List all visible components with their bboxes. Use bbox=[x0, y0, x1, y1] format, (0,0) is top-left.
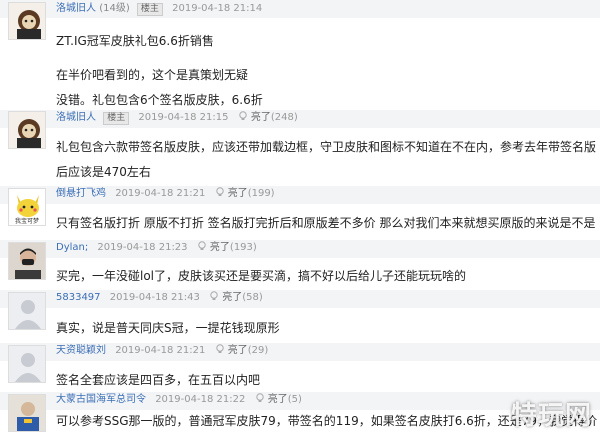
like-button[interactable]: 亮了(248) bbox=[238, 111, 298, 123]
like-count: (199) bbox=[247, 188, 275, 199]
like-button[interactable]: 亮了(5) bbox=[255, 393, 302, 405]
lamp-icon bbox=[215, 344, 224, 353]
avatar-image bbox=[9, 346, 45, 382]
like-count: (5) bbox=[287, 394, 302, 405]
avatar-image bbox=[9, 112, 45, 148]
lamp-icon bbox=[239, 111, 247, 120]
avatar[interactable] bbox=[8, 394, 46, 432]
post-meta: 洛城旧人 (14级) 楼主 2019-04-18 21:14 bbox=[56, 2, 262, 16]
like-count: (29) bbox=[247, 345, 269, 356]
post-meta: 天资聪颖刘 2019-04-18 21:21 亮了(29) bbox=[56, 344, 268, 358]
like-button[interactable]: 亮了(29) bbox=[215, 344, 269, 356]
post-content: 后应该是470左右 bbox=[56, 165, 151, 179]
post-time: 2019-04-18 21:23 bbox=[97, 242, 188, 253]
post-time: 2019-04-18 21:21 bbox=[115, 188, 206, 199]
post-meta: 大蒙古国海军总司令 2019-04-18 21:22 亮了(5) bbox=[56, 393, 302, 407]
lamp-icon bbox=[198, 241, 206, 250]
avatar-image bbox=[9, 3, 45, 39]
like-label: 亮了 bbox=[222, 292, 243, 303]
username[interactable]: Dylan; bbox=[56, 242, 88, 253]
like-button[interactable]: 亮了(199) bbox=[215, 187, 275, 199]
post-content: 真实，说是普天同庆S冠，一提花钱现原形 bbox=[56, 321, 280, 335]
post-time: 2019-04-18 21:21 bbox=[115, 345, 206, 356]
post-meta: 5833497 2019-04-18 21:43 亮了(58) bbox=[56, 291, 263, 305]
like-label: 亮了 bbox=[250, 112, 271, 123]
post-content: 没错。礼包包含6个签名版皮肤，6.6折 bbox=[56, 93, 263, 107]
avatar[interactable] bbox=[8, 111, 46, 149]
site-watermark: 特玩网 bbox=[510, 401, 592, 431]
owner-badge: 楼主 bbox=[103, 112, 130, 125]
post-content: ZT.IG冠军皮肤礼包6.6折销售 bbox=[56, 34, 214, 48]
post-content: 在半价吧看到的，这个是真策划无疑 bbox=[56, 68, 249, 82]
avatar-image bbox=[9, 243, 45, 279]
avatar[interactable] bbox=[8, 2, 46, 40]
post-meta: 倒悬打飞鸡 2019-04-18 21:21 亮了(199) bbox=[56, 187, 275, 201]
avatar-image bbox=[9, 395, 45, 431]
lamp-icon bbox=[215, 187, 224, 196]
post-meta: Dylan; 2019-04-18 21:23 亮了(193) bbox=[56, 241, 257, 255]
avatar-image bbox=[9, 293, 45, 329]
owner-badge: 楼主 bbox=[136, 3, 163, 16]
like-label: 亮了 bbox=[227, 345, 248, 356]
like-label: 亮了 bbox=[209, 242, 230, 253]
like-label: 亮了 bbox=[267, 394, 288, 405]
post-content: 只有签名版打折 原版不打折 签名版打完折后和原版差不多价 那么对我们本来就想买原… bbox=[56, 216, 596, 230]
post-time: 2019-04-18 21:22 bbox=[155, 394, 246, 405]
username[interactable]: 倒悬打飞鸡 bbox=[56, 188, 106, 199]
username[interactable]: 洛城旧人 bbox=[56, 112, 96, 123]
like-count: (193) bbox=[229, 242, 257, 253]
like-button[interactable]: 亮了(58) bbox=[209, 291, 263, 303]
like-count: (58) bbox=[242, 292, 263, 303]
user-level: (14级) bbox=[99, 3, 130, 14]
username[interactable]: 大蒙古国海军总司令 bbox=[56, 394, 146, 405]
lamp-icon bbox=[210, 291, 218, 300]
avatar[interactable] bbox=[8, 292, 46, 330]
username[interactable]: 洛城旧人 bbox=[56, 3, 96, 14]
post-time: 2019-04-18 21:43 bbox=[109, 292, 200, 303]
post-meta: 洛城旧人 楼主 2019-04-18 21:15 亮了(248) bbox=[56, 111, 298, 125]
avatar[interactable]: 我宝可梦 bbox=[8, 188, 46, 226]
lamp-icon bbox=[255, 393, 264, 402]
like-button[interactable]: 亮了(193) bbox=[197, 241, 257, 253]
post-content: 买完，一年没碰lol了，皮肤该买还是要买滴，搞不好以后给儿子还能玩玩啥的 bbox=[56, 269, 467, 283]
post-time: 2019-04-18 21:15 bbox=[138, 112, 229, 123]
avatar[interactable] bbox=[8, 345, 46, 383]
post-content: 签名全套应该是四百多，在五百以内吧 bbox=[56, 373, 261, 387]
like-label: 亮了 bbox=[227, 188, 248, 199]
avatar-caption: 我宝可梦 bbox=[14, 218, 39, 225]
post-content: 礼包包含六款带签名版皮肤，应该还带加载边框，守卫皮肤和图标不知道在不在内，参考去… bbox=[56, 140, 597, 154]
avatar[interactable] bbox=[8, 242, 46, 280]
username[interactable]: 5833497 bbox=[56, 292, 101, 303]
post-time: 2019-04-18 21:14 bbox=[172, 3, 263, 14]
like-count: (248) bbox=[270, 112, 298, 123]
username[interactable]: 天资聪颖刘 bbox=[56, 345, 106, 356]
